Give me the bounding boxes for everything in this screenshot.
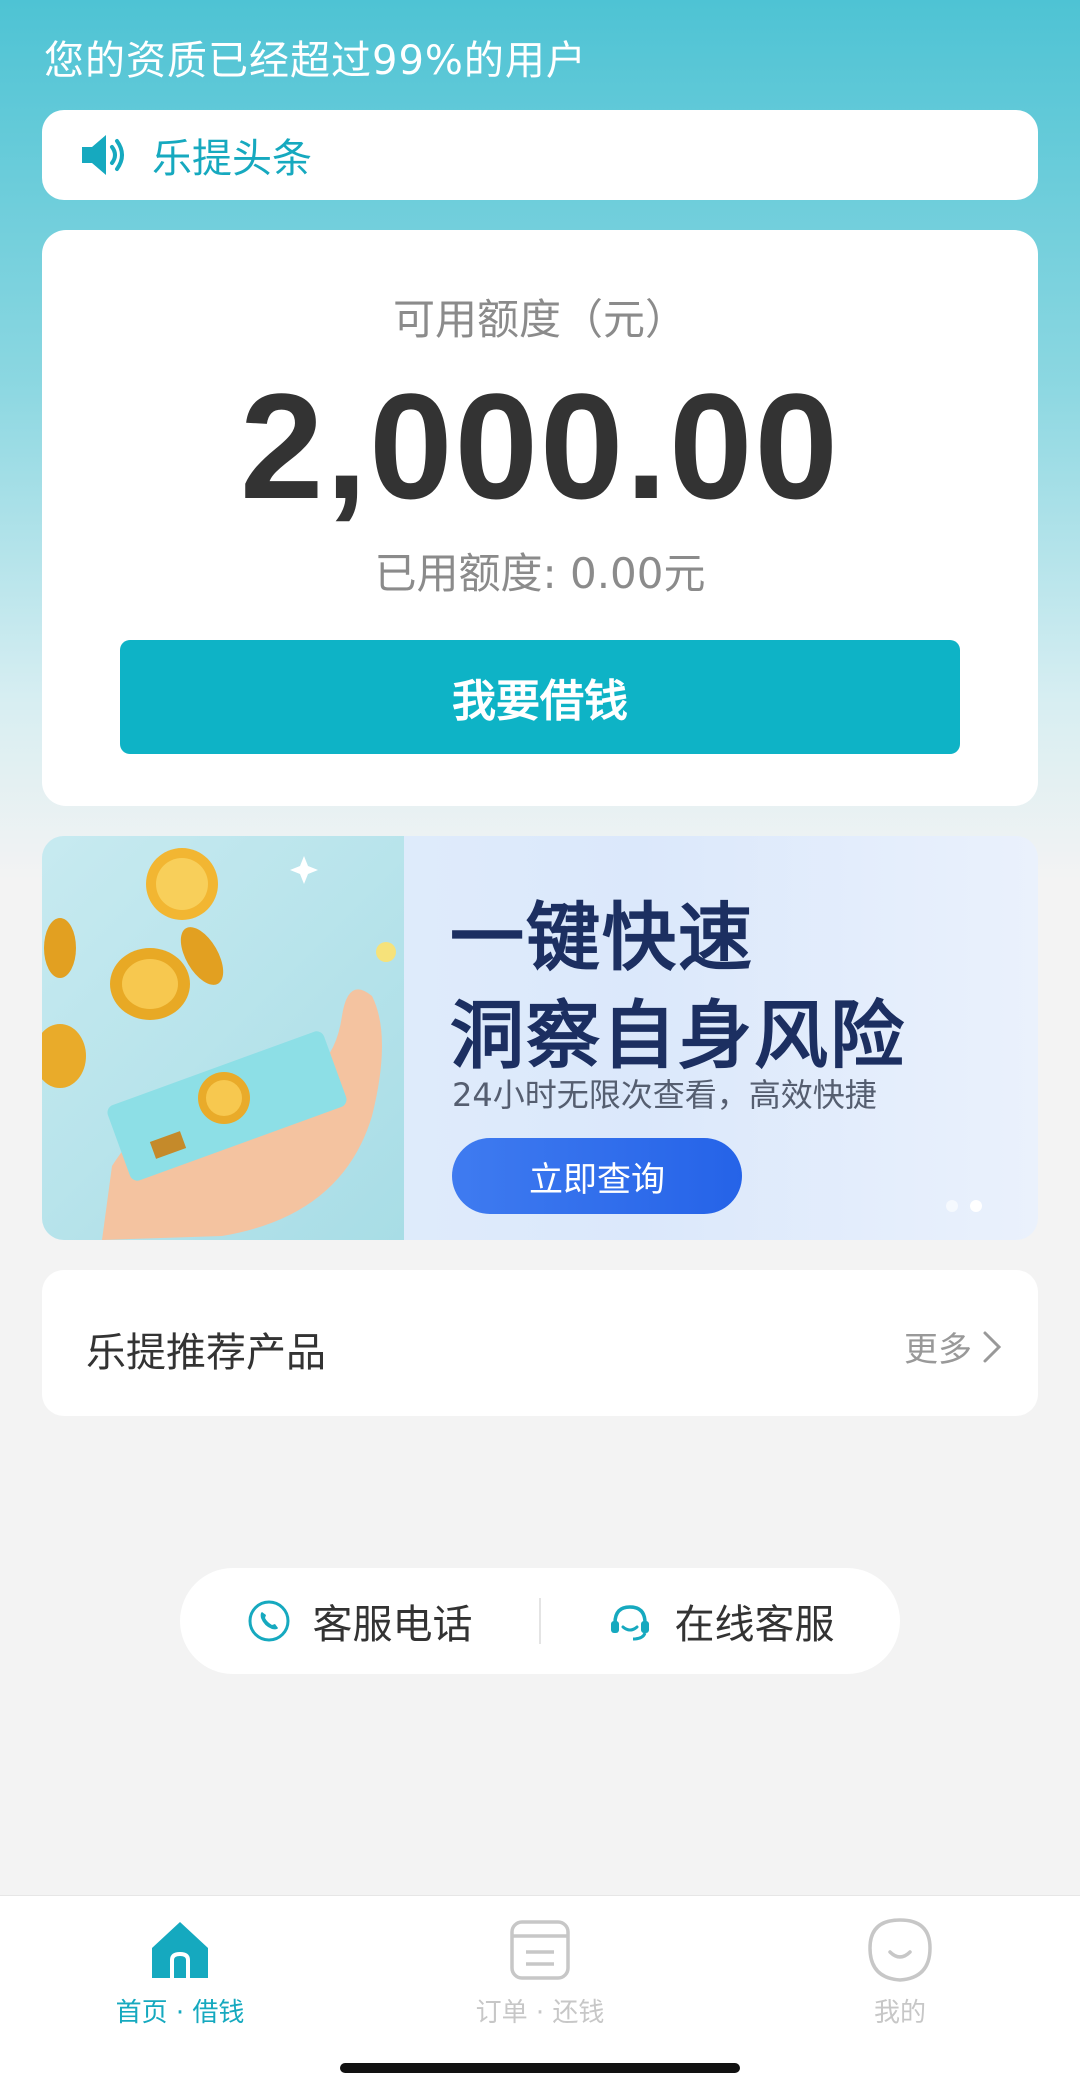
news-bar[interactable]: 乐提头条 [42,110,1038,200]
borrow-button[interactable]: 我要借钱 [120,640,960,754]
tab-profile-label: 我的 [873,1998,926,2028]
query-now-button[interactable]: 立即查询 [452,1138,742,1214]
speaker-icon [82,135,124,175]
home-indicator [340,2063,740,2073]
order-icon [510,1920,570,1980]
banner-dot-active[interactable] [970,1200,982,1212]
online-service-button[interactable]: 在线客服 [541,1568,900,1674]
tab-orders[interactable]: 订单 · 还钱 [440,1916,640,2029]
coins-hand-illustration [42,848,396,1240]
qualification-text: 您的资质已经超过99%的用户 [44,38,587,84]
online-service-label: 在线客服 [674,1602,835,1648]
promo-banner[interactable]: 一键快速 洞察自身风险 24小时无限次查看，高效快捷 立即查询 [42,836,1038,1240]
banner-illustration [42,836,404,1240]
banner-headline-2: 洞察自身风险 [450,993,906,1079]
available-credit-title: 可用额度（元） [392,295,687,344]
profile-icon [868,1918,932,1982]
chevron-right-icon [983,1331,1002,1362]
available-credit-amount: 2,000.00 [240,362,840,530]
more-label: 更多 [904,1330,972,1370]
news-label: 乐提头条 [152,136,312,182]
home-icon [152,1922,208,1978]
banner-subtitle: 24小时无限次查看，高效快捷 [452,1076,877,1114]
recommended-products-card: 乐提推荐产品 更多 [42,1270,1038,1416]
banner-dot[interactable] [946,1200,958,1212]
more-link[interactable]: 更多 [904,1322,1002,1371]
tab-orders-label: 订单 · 还钱 [475,1998,605,2028]
tab-home[interactable]: 首页 · 借钱 [80,1916,280,2029]
headset-icon [610,1605,649,1641]
bottom-tab-bar: 首页 · 借钱 订单 · 还钱 我的 [0,1895,1080,2090]
recommended-products-title: 乐提推荐产品 [86,1330,326,1376]
service-phone-label: 客服电话 [312,1602,473,1648]
banner-pagination [946,1200,982,1212]
phone-icon [248,1600,289,1642]
tab-home-label: 首页 · 借钱 [115,1998,245,2028]
used-credit-label: 已用额度: 0.00元 [374,549,706,598]
banner-headline-1: 一键快速 [450,895,754,981]
credit-card: 可用额度（元） 2,000.00 已用额度: 0.00元 我要借钱 [42,230,1038,806]
tab-profile[interactable]: 我的 [800,1916,1000,2029]
service-phone-button[interactable]: 客服电话 [180,1568,539,1674]
customer-service-bar: 客服电话 在线客服 [180,1568,900,1674]
